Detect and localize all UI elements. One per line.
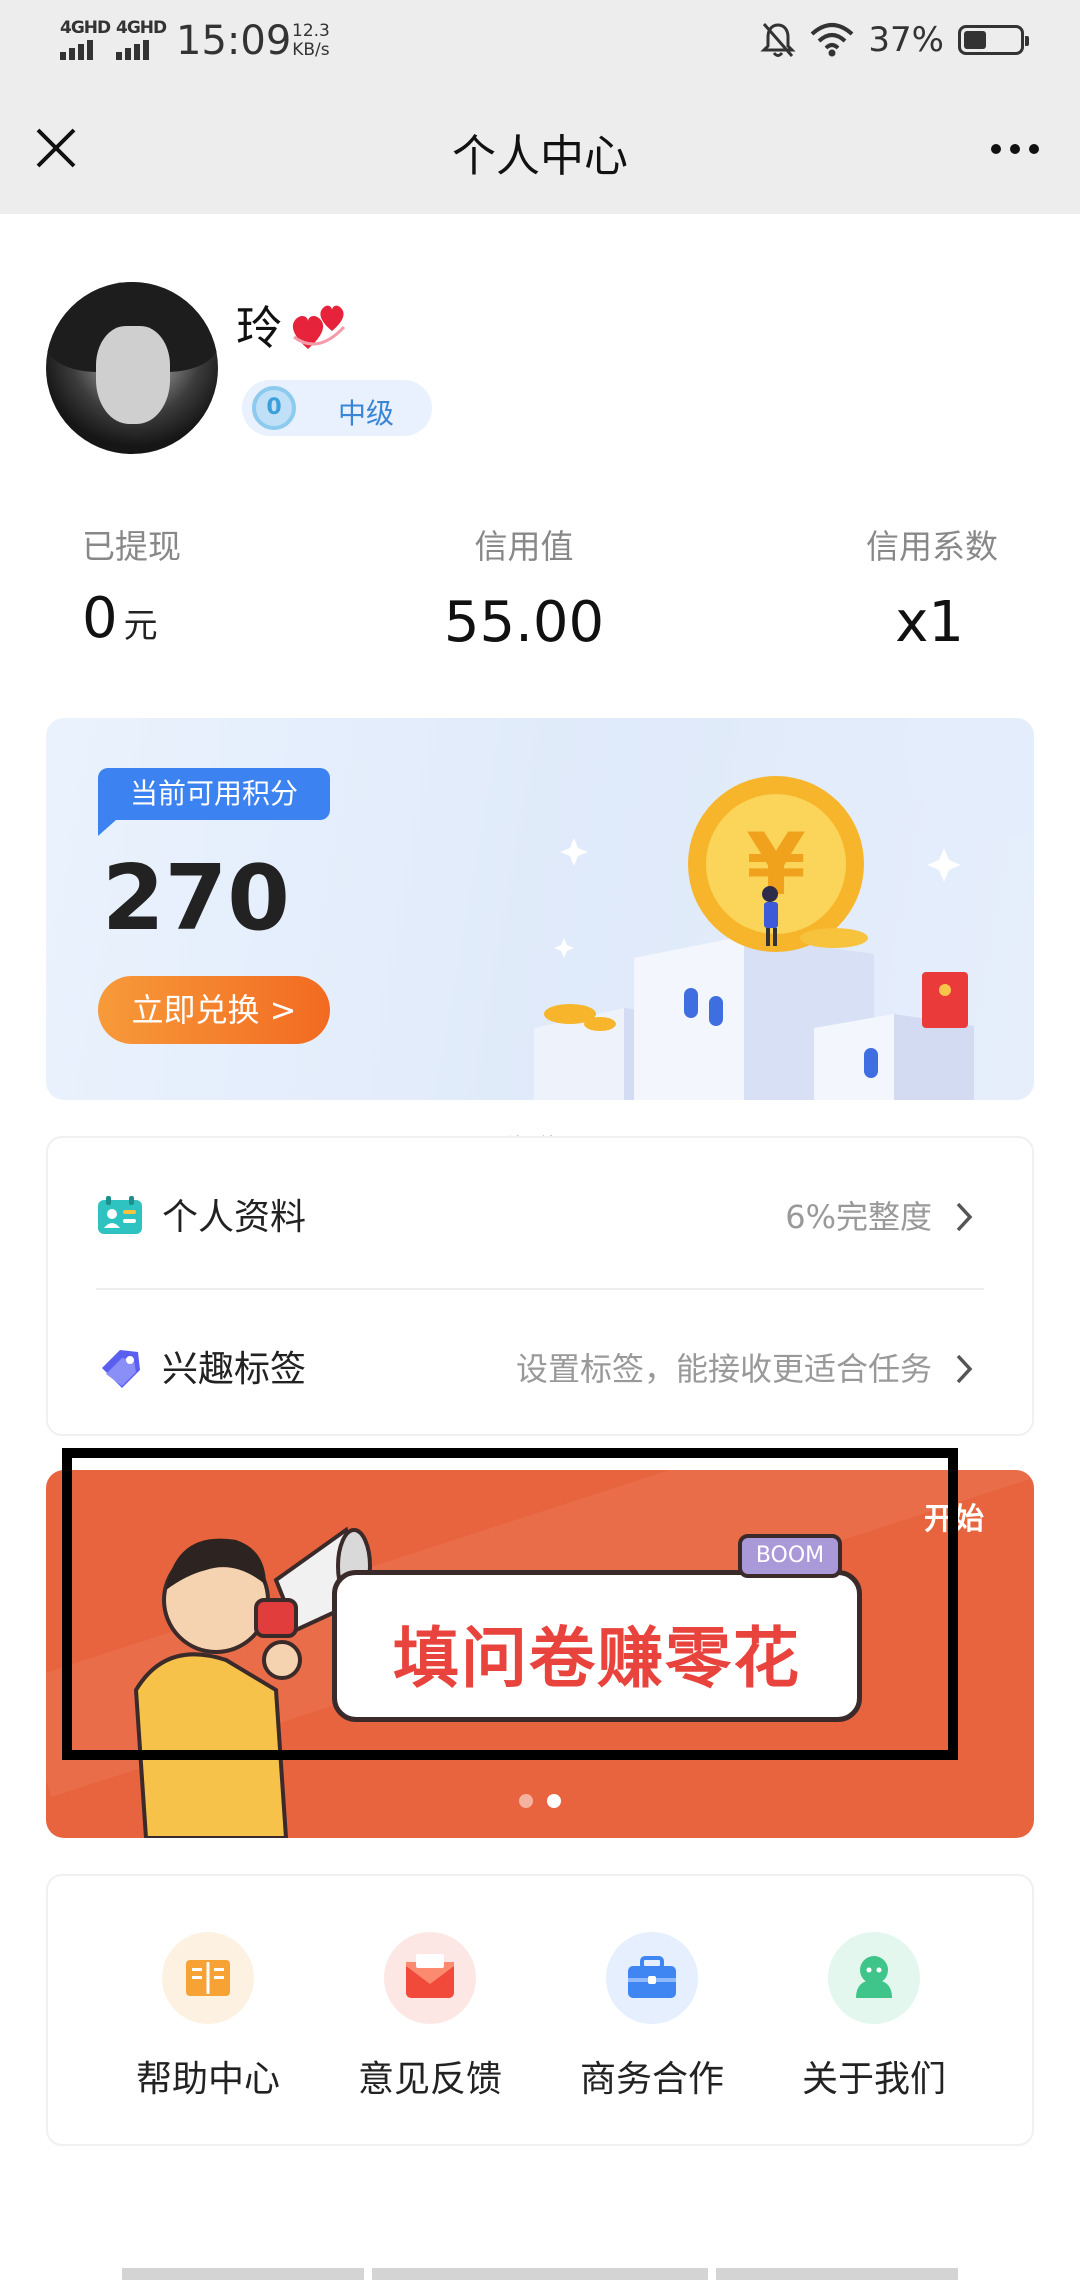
- stat-label: 信用值: [474, 527, 574, 566]
- stat-value: x1: [895, 590, 964, 655]
- level-number-icon: 0: [252, 386, 296, 430]
- menu-business[interactable]: 商务合作: [542, 1932, 762, 2102]
- nav-indicator: [122, 2268, 364, 2280]
- redeem-button[interactable]: 立即兑换 >: [98, 976, 330, 1044]
- points-tag: 当前可用积分: [98, 768, 331, 836]
- stat-credit-factor: 信用系数 x1: [866, 520, 998, 655]
- nav-indicator: [372, 2268, 708, 2280]
- battery-icon: [958, 25, 1029, 55]
- stat-credit-value: 信用值 55.00: [420, 520, 628, 655]
- menu-label: 帮助中心: [135, 2059, 280, 2100]
- network-speed: 12.3 KB/s: [292, 22, 330, 60]
- clock: 15:09: [176, 18, 292, 64]
- avatar[interactable]: [46, 282, 218, 454]
- stat-value: 0: [82, 586, 118, 651]
- briefcase-icon: [606, 1932, 698, 2024]
- hearts-emoji-icon: [292, 305, 346, 349]
- stat-value: 55.00: [443, 590, 605, 655]
- nickname: 玲: [236, 292, 352, 358]
- menu-about-us[interactable]: 关于我们: [764, 1932, 984, 2102]
- status-bar: 4GHD 4GHD 15:09 12.3 KB/s 37%: [0, 0, 1080, 84]
- menu-help-center[interactable]: 帮助中心: [98, 1932, 318, 2102]
- list-item-profile[interactable]: 个人资料 6%完整度: [48, 1138, 1032, 1288]
- silent-bell-icon: [760, 23, 797, 57]
- info-list: 个人资料 6%完整度 兴趣标签 设置标签，能接收更适合任务: [46, 1136, 1034, 1436]
- stat-label: 信用系数: [866, 527, 998, 566]
- chevron-right-icon: [956, 1354, 973, 1384]
- points-card[interactable]: 当前可用积分 270 立即兑换 > ¥: [46, 718, 1034, 1100]
- row-value: 设置标签，能接收更适合任务: [515, 1350, 932, 1388]
- service-menu: 帮助中心 意见反馈 商务合作 关于我们: [46, 1874, 1034, 2146]
- stat-unit: 元: [123, 606, 158, 646]
- speed-unit: KB/s: [292, 40, 330, 60]
- menu-label: 商务合作: [579, 2059, 724, 2100]
- person-chat-icon: [828, 1932, 920, 2024]
- points-value: 270: [102, 846, 290, 951]
- highlight-box: [62, 1448, 958, 1760]
- nav-indicator: [716, 2268, 958, 2280]
- id-card-icon: [98, 1196, 142, 1234]
- signal-icon: 4GHD: [58, 18, 111, 62]
- title-bar: 个人中心: [0, 84, 1080, 214]
- row-value: 6%完整度: [785, 1198, 932, 1236]
- stat-label: 已提现: [82, 527, 181, 566]
- menu-feedback[interactable]: 意见反馈: [320, 1932, 540, 2102]
- signal-label: 4GHD: [60, 18, 111, 38]
- page-title: 个人中心: [452, 131, 628, 182]
- envelope-icon: [384, 1932, 476, 2024]
- carousel-dot[interactable]: [519, 1794, 533, 1808]
- battery-percent: 37%: [868, 20, 944, 60]
- level-badge[interactable]: 0 中级: [242, 380, 432, 436]
- carousel-dots: [46, 1794, 1034, 1808]
- signal-icon: 4GHD: [114, 18, 167, 62]
- row-label: 兴趣标签: [162, 1349, 307, 1390]
- chevron-right-icon: [956, 1202, 973, 1232]
- signal-label: 4GHD: [116, 18, 167, 38]
- nickname-text: 玲: [236, 301, 282, 355]
- stat-withdrawn: 已提现 0元: [82, 520, 181, 651]
- row-label: 个人资料: [162, 1197, 307, 1238]
- wifi-icon: [811, 23, 854, 57]
- svg-text:¥: ¥: [746, 815, 806, 915]
- menu-label: 关于我们: [801, 2059, 946, 2100]
- coin-stage-illustration: ¥: [534, 718, 1034, 1100]
- list-item-interest-tags[interactable]: 兴趣标签 设置标签，能接收更适合任务: [48, 1290, 1032, 1440]
- speed-value: 12.3: [292, 21, 330, 41]
- book-icon: [162, 1932, 254, 2024]
- tag-icon: [102, 1350, 140, 1388]
- menu-label: 意见反馈: [357, 2059, 502, 2100]
- level-label: 中级: [338, 397, 395, 430]
- more-dots-icon[interactable]: [980, 124, 1050, 174]
- carousel-dot-active[interactable]: [547, 1794, 561, 1808]
